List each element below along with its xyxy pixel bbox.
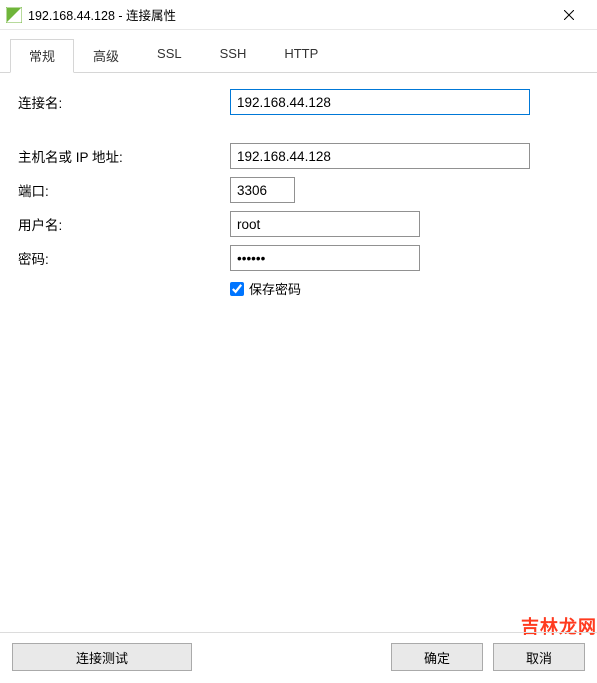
tab-ssh[interactable]: SSH: [201, 39, 266, 73]
tab-general[interactable]: 常规: [10, 39, 74, 73]
cancel-button[interactable]: 取消: [493, 643, 585, 671]
save-password-label[interactable]: 保存密码: [249, 279, 301, 298]
host-input[interactable]: [230, 143, 530, 169]
label-connection-name: 连接名:: [18, 92, 230, 112]
tab-http[interactable]: HTTP: [265, 39, 337, 73]
label-host: 主机名或 IP 地址:: [18, 146, 230, 166]
label-password: 密码:: [18, 248, 230, 268]
tab-ssl[interactable]: SSL: [138, 39, 201, 73]
ok-button[interactable]: 确定: [391, 643, 483, 671]
titlebar: 192.168.44.128 - 连接属性: [0, 0, 597, 30]
window-title: 192.168.44.128 - 连接属性: [28, 5, 549, 24]
port-input[interactable]: [230, 177, 295, 203]
label-username: 用户名:: [18, 214, 230, 234]
app-icon: [6, 7, 22, 23]
connection-name-input[interactable]: [230, 89, 530, 115]
close-button[interactable]: [549, 1, 589, 29]
password-input[interactable]: [230, 245, 420, 271]
save-password-checkbox[interactable]: [230, 282, 244, 296]
tab-advanced[interactable]: 高级: [74, 39, 138, 73]
label-port: 端口:: [18, 180, 230, 200]
dialog-footer: 连接测试 确定 取消: [0, 632, 597, 683]
form-area: 连接名: 主机名或 IP 地址: 端口: 用户名: 密码: 保存密码: [0, 73, 597, 308]
username-input[interactable]: [230, 211, 420, 237]
tabstrip: 常规 高级 SSL SSH HTTP: [0, 38, 597, 73]
test-connection-button[interactable]: 连接测试: [12, 643, 192, 671]
